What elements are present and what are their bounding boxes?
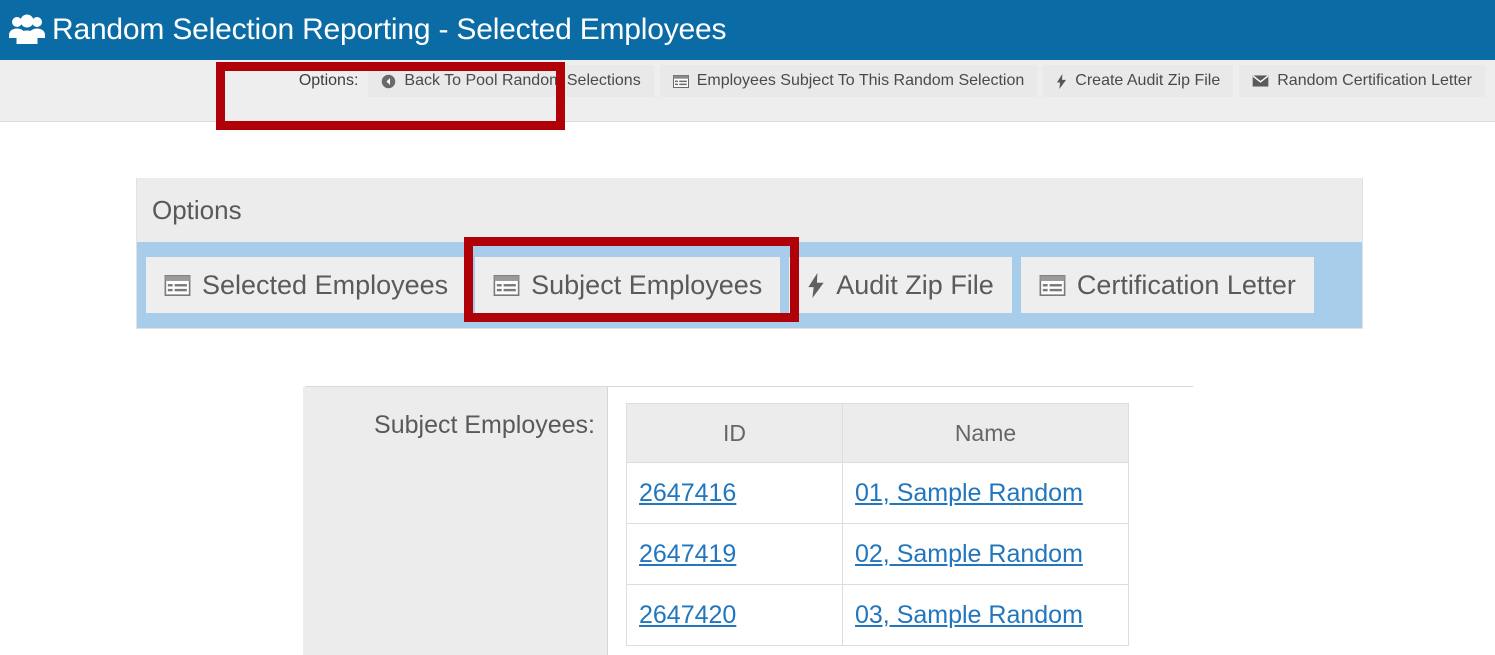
employee-id-link[interactable]: 2647420 xyxy=(639,601,736,629)
lightning-bolt-icon xyxy=(807,273,825,298)
options-panel-title: Options xyxy=(152,195,242,226)
cell-name: 01, Sample Random xyxy=(843,463,1129,524)
tab-selected-employees[interactable]: Selected Employees xyxy=(146,257,466,313)
table-header-row: ID Name xyxy=(627,404,1129,463)
employee-name-link[interactable]: 03, Sample Random xyxy=(855,601,1083,629)
employees-subject-to-this-random-selection-button[interactable]: Employees Subject To This Random Selecti… xyxy=(660,65,1038,97)
options-toolbar: Options: Back To Pool Random Selections … xyxy=(0,60,1495,122)
tab-label: Certification Letter xyxy=(1077,270,1296,301)
options-panel-tabstrip: Selected Employees Subject Employees Aud… xyxy=(137,242,1362,328)
create-audit-zip-file-button[interactable]: Create Audit Zip File xyxy=(1043,65,1233,97)
employee-id-link[interactable]: 2647419 xyxy=(639,540,736,568)
toolbar-button-label: Back To Pool Random Selections xyxy=(404,72,640,90)
lightning-bolt-icon xyxy=(1056,74,1067,89)
toolbar-button-label: Random Certification Letter xyxy=(1277,72,1472,90)
tab-audit-zip-file[interactable]: Audit Zip File xyxy=(789,257,1012,313)
app-title-bar: Random Selection Reporting - Selected Em… xyxy=(0,0,1495,60)
page-title: Random Selection Reporting - Selected Em… xyxy=(52,13,726,47)
random-certification-letter-button[interactable]: Random Certification Letter xyxy=(1239,65,1485,97)
subject-employees-table: ID Name 2647416 01, Sample Random 264741… xyxy=(626,403,1129,646)
subject-employees-detail: Subject Employees: ID Name 2647416 01, S… xyxy=(303,387,1129,655)
cell-id: 2647419 xyxy=(627,524,843,585)
tab-label: Audit Zip File xyxy=(836,270,994,301)
envelope-icon xyxy=(1252,75,1269,87)
tab-label: Subject Employees xyxy=(531,270,762,301)
options-panel: Options Selected Employees Subject Emplo… xyxy=(136,178,1363,329)
table-row: 2647419 02, Sample Random xyxy=(627,524,1129,585)
list-table-icon xyxy=(673,75,689,88)
options-panel-header: Options xyxy=(137,178,1362,242)
list-table-icon xyxy=(1039,275,1066,296)
list-table-icon xyxy=(493,275,520,296)
cell-name: 03, Sample Random xyxy=(843,585,1129,646)
cell-name: 02, Sample Random xyxy=(843,524,1129,585)
list-table-icon xyxy=(164,275,191,296)
back-circle-arrow-icon xyxy=(381,74,396,89)
column-header-name: Name xyxy=(843,404,1129,463)
employee-name-link[interactable]: 02, Sample Random xyxy=(855,540,1083,568)
column-header-id: ID xyxy=(627,404,843,463)
tab-subject-employees[interactable]: Subject Employees xyxy=(475,257,780,313)
toolbar-button-label: Create Audit Zip File xyxy=(1075,72,1220,90)
tab-certification-letter[interactable]: Certification Letter xyxy=(1021,257,1314,313)
back-to-pool-random-selections-button[interactable]: Back To Pool Random Selections xyxy=(368,65,653,97)
employee-name-link[interactable]: 01, Sample Random xyxy=(855,479,1083,507)
toolbar-button-label: Employees Subject To This Random Selecti… xyxy=(697,72,1025,90)
detail-label-cell: Subject Employees: xyxy=(303,387,608,655)
subject-employees-label: Subject Employees: xyxy=(374,411,595,655)
table-row: 2647416 01, Sample Random xyxy=(627,463,1129,524)
cell-id: 2647416 xyxy=(627,463,843,524)
users-group-icon xyxy=(8,13,46,47)
employee-id-link[interactable]: 2647416 xyxy=(639,479,736,507)
detail-value-cell: ID Name 2647416 01, Sample Random 264741… xyxy=(608,387,1129,646)
table-row: 2647420 03, Sample Random xyxy=(627,585,1129,646)
cell-id: 2647420 xyxy=(627,585,843,646)
toolbar-options-label: Options: xyxy=(299,72,359,90)
tab-label: Selected Employees xyxy=(202,270,448,301)
